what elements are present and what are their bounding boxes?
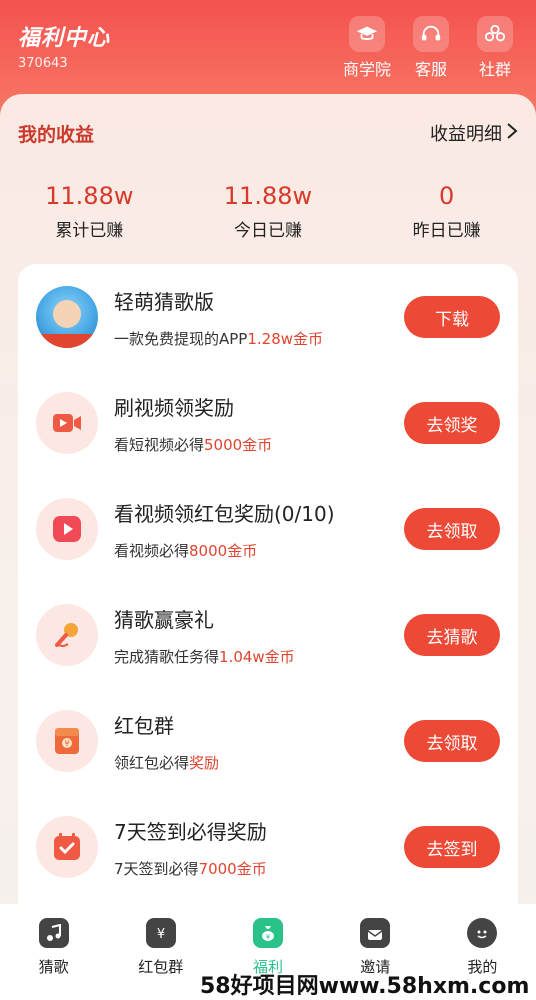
- play-icon: [36, 498, 98, 560]
- tab-guess-song[interactable]: 猜歌: [0, 904, 107, 1000]
- stat-today: 11.88w 今日已赚: [179, 182, 358, 241]
- task-item-download-app: 轻萌猜歌版 一款免费提现的APP1.28w金币 下载: [18, 264, 518, 370]
- headset-icon: [413, 16, 449, 52]
- earnings-detail-label: 收益明细: [430, 124, 502, 145]
- tab-red-packet-group[interactable]: ¥ 红包群: [107, 904, 214, 1000]
- customer-service-label: 客服: [414, 60, 447, 79]
- download-button[interactable]: 下载: [404, 296, 500, 338]
- tab-label: 红包群: [138, 958, 184, 976]
- group-icon: [477, 16, 513, 52]
- guess-song-button[interactable]: 去猜歌: [404, 614, 500, 656]
- stat-total-value: 11.88w: [45, 182, 134, 210]
- stat-total: 11.88w 累计已赚: [0, 182, 179, 241]
- checkin-button[interactable]: 去签到: [404, 826, 500, 868]
- svg-text:¥: ¥: [266, 933, 271, 941]
- svg-text:¥: ¥: [157, 927, 165, 942]
- task-desc: 一款免费提现的APP1.28w金币: [114, 330, 324, 348]
- task-desc: 看短视频必得5000金币: [114, 436, 273, 454]
- task-item-seven-day-checkin: 7天签到必得奖励 7天签到必得7000金币 去签到: [18, 794, 518, 900]
- task-item-watch-video-red-packet: 看视频领红包奖励(0/10) 看视频必得8000金币 去领取: [18, 476, 518, 582]
- task-item-red-packet-group: ¥ 红包群 领红包必得奖励 去领取: [18, 688, 518, 794]
- community-label: 社群: [478, 60, 511, 79]
- business-school-button[interactable]: 商学院: [338, 16, 396, 80]
- money-bag-icon: ¥: [253, 918, 283, 948]
- profile-icon: [467, 918, 498, 948]
- task-name: 刷视频领奖励: [114, 396, 234, 420]
- invite-icon: [360, 918, 391, 948]
- task-name: 7天签到必得奖励: [114, 820, 267, 844]
- task-desc: 看视频必得8000金币: [114, 542, 258, 560]
- task-name: 猜歌赢豪礼: [114, 608, 214, 632]
- earnings-detail-link[interactable]: 收益明细: [430, 120, 518, 146]
- page-title: 福利中心: [18, 26, 111, 51]
- tab-label: 猜歌: [38, 958, 69, 976]
- chevron-right-icon: [506, 122, 518, 145]
- video-camera-icon: [36, 392, 98, 454]
- task-name: 看视频领红包奖励(0/10): [114, 502, 335, 526]
- red-envelope-icon: ¥: [36, 710, 98, 772]
- claim-reward-button[interactable]: 去领奖: [404, 402, 500, 444]
- stat-total-label: 累计已赚: [55, 221, 124, 241]
- business-school-label: 商学院: [342, 60, 391, 79]
- customer-service-button[interactable]: 客服: [402, 16, 460, 80]
- stat-today-label: 今日已赚: [233, 221, 302, 241]
- red-envelope-icon: ¥: [145, 918, 176, 948]
- stat-yesterday-label: 昨日已赚: [412, 221, 481, 241]
- task-name: 红包群: [114, 714, 174, 738]
- microphone-icon: [36, 604, 98, 666]
- claim-button[interactable]: 去领取: [404, 720, 500, 762]
- stat-yesterday-value: 0: [438, 182, 455, 210]
- task-desc: 完成猜歌任务得1.04w金币: [114, 648, 295, 666]
- earnings-stats: 11.88w 累计已赚 11.88w 今日已赚 0 昨日已赚: [0, 182, 536, 241]
- task-desc: 7天签到必得7000金币: [114, 860, 267, 878]
- earnings-title: 我的收益: [18, 124, 95, 146]
- watermark: 58好项目网www.58hxm.com: [200, 974, 530, 999]
- task-name: 轻萌猜歌版: [114, 290, 214, 314]
- task-item-guess-song: 猜歌赢豪礼 完成猜歌任务得1.04w金币 去猜歌: [18, 582, 518, 688]
- community-button[interactable]: 社群: [466, 16, 524, 80]
- svg-text:¥: ¥: [64, 739, 69, 748]
- app-avatar-icon: [36, 286, 98, 348]
- brand: 福利中心 370643: [18, 20, 110, 71]
- graduation-cap-icon: [349, 16, 385, 52]
- stat-today-value: 11.88w: [223, 182, 313, 210]
- music-note-icon: [38, 918, 69, 948]
- earnings-header: 我的收益 收益明细: [18, 120, 518, 146]
- user-id: 370643: [18, 56, 68, 71]
- task-list: 轻萌猜歌版 一款免费提现的APP1.28w金币 下载 刷视频领奖励 看短视频必得…: [18, 264, 518, 924]
- top-actions: 商学院 客服 社群: [338, 16, 524, 80]
- task-desc: 领红包必得奖励: [114, 754, 220, 772]
- calendar-check-icon: [36, 816, 98, 878]
- claim-button[interactable]: 去领取: [404, 508, 500, 550]
- stat-yesterday: 0 昨日已赚: [357, 182, 536, 241]
- task-item-watch-short-video: 刷视频领奖励 看短视频必得5000金币 去领奖: [18, 370, 518, 476]
